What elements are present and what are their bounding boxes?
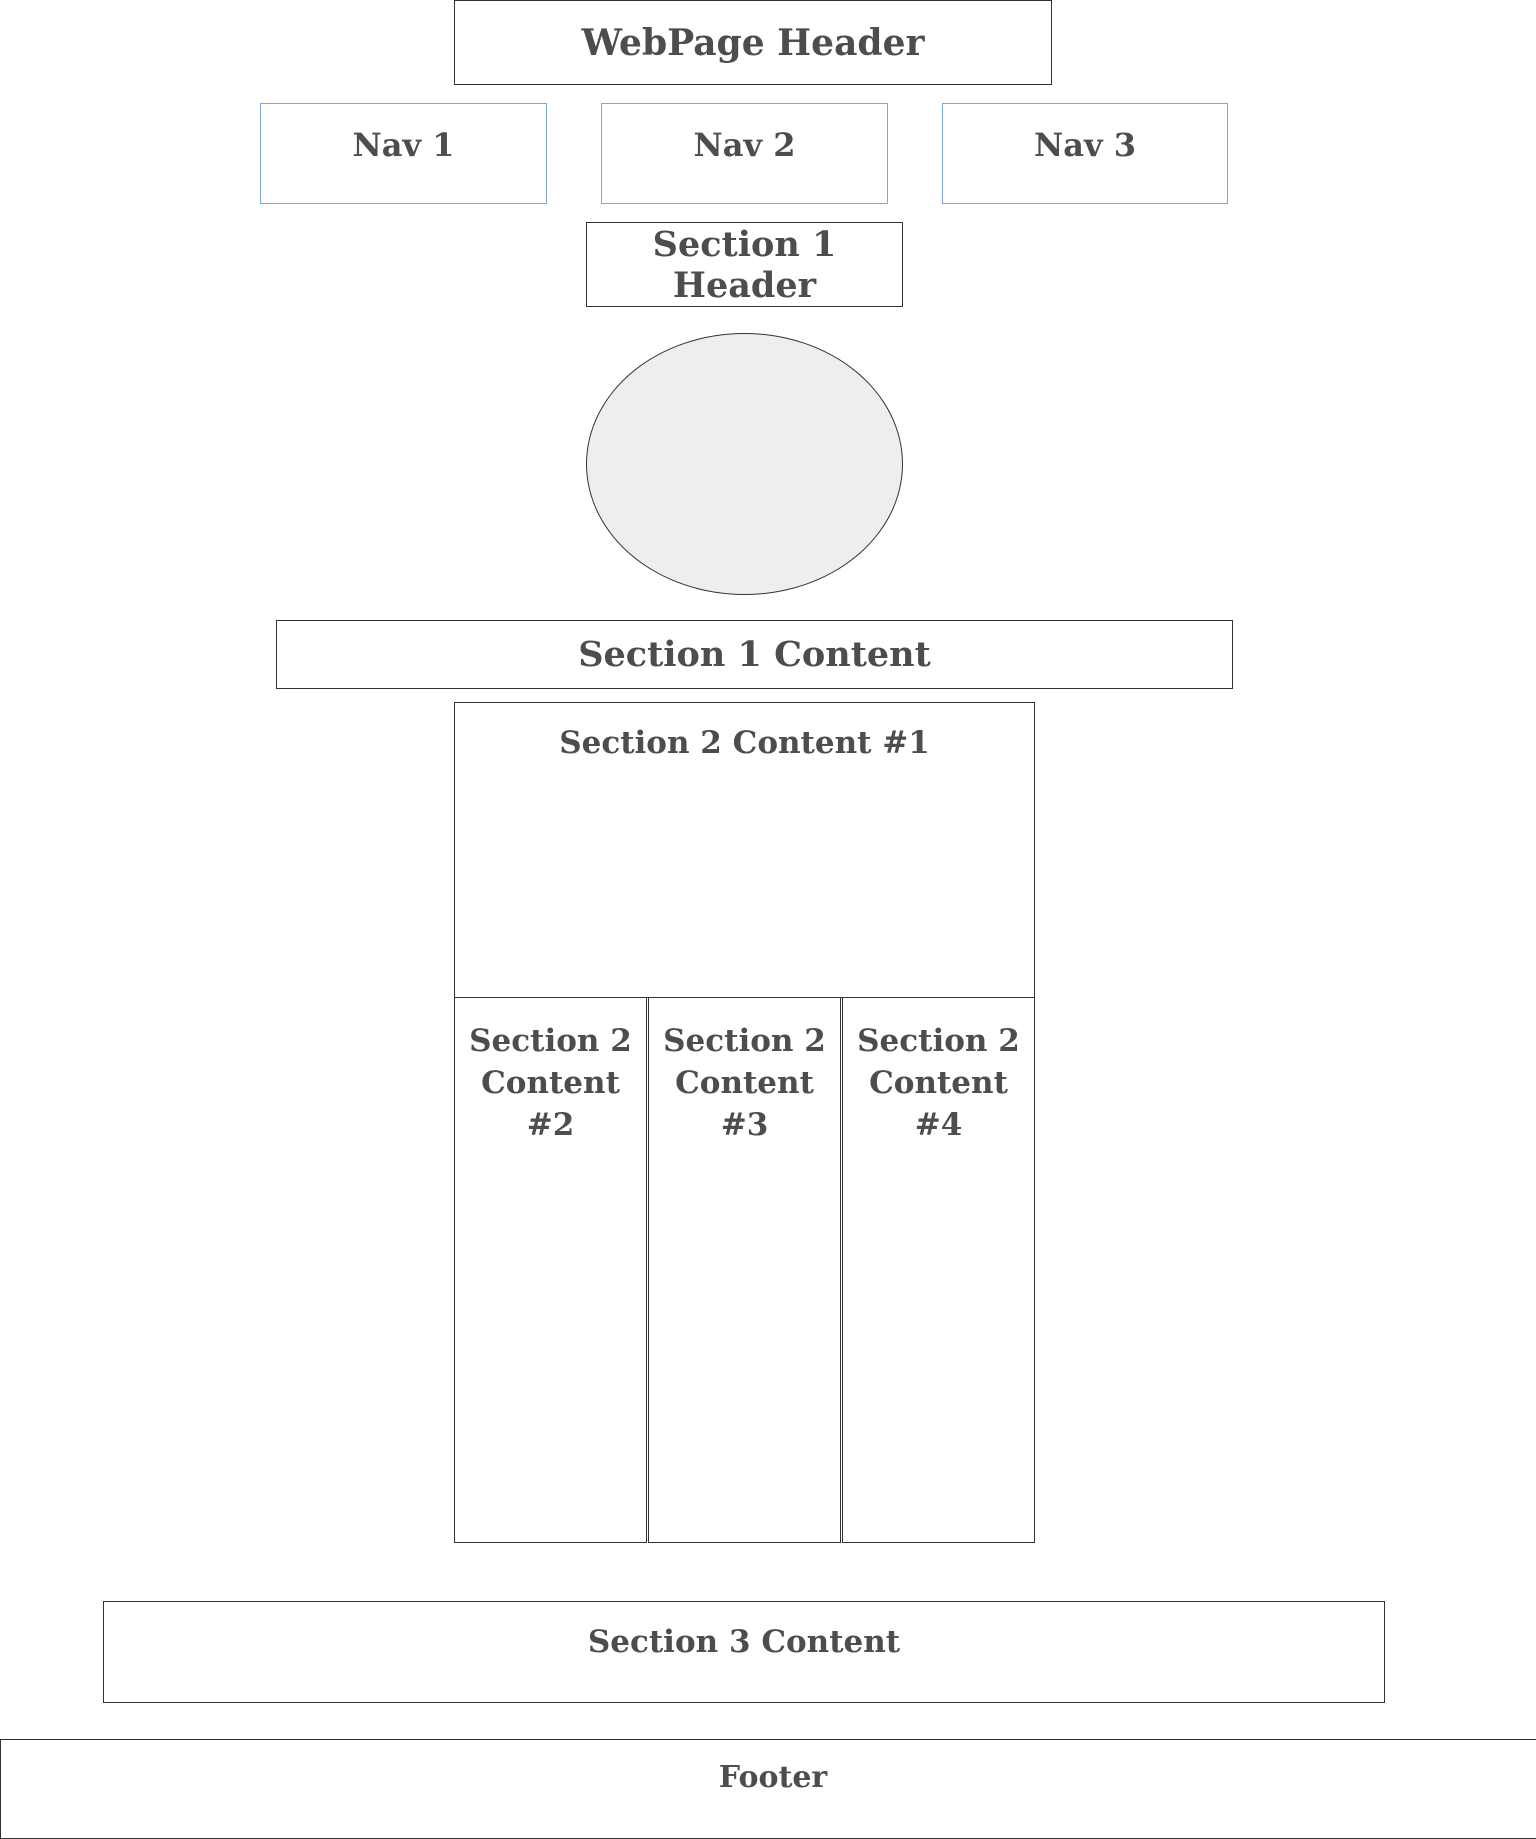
footer: Footer bbox=[0, 1739, 1536, 1839]
webpage-header-label: WebPage Header bbox=[581, 21, 925, 64]
nav-3-button[interactable]: Nav 3 bbox=[942, 103, 1228, 204]
section-2-content-4-label: Section 2 Content #4 bbox=[857, 1020, 1020, 1146]
section-2-content-4-line2: Content bbox=[869, 1065, 1008, 1101]
nav-2-label: Nav 2 bbox=[693, 126, 796, 164]
nav-2-button[interactable]: Nav 2 bbox=[601, 103, 888, 204]
section-2-content-4-line1: Section 2 bbox=[857, 1023, 1020, 1059]
section-2-content-2-label: Section 2 Content #2 bbox=[469, 1020, 632, 1146]
section-3-content: Section 3 Content bbox=[103, 1601, 1385, 1703]
section-2-content-3-line2: Content bbox=[675, 1065, 814, 1101]
section-2-content-1-label: Section 2 Content #1 bbox=[559, 725, 930, 761]
section-2-content-2-line1: Section 2 bbox=[469, 1023, 632, 1059]
image-placeholder-ellipse bbox=[586, 333, 903, 595]
section-2-content-2-line2: Content bbox=[481, 1065, 620, 1101]
section-1-content: Section 1 Content bbox=[276, 620, 1233, 689]
section-2-content-1: Section 2 Content #1 bbox=[454, 702, 1035, 998]
section-3-content-label: Section 3 Content bbox=[587, 1624, 901, 1660]
section-2-content-4-line3: #4 bbox=[914, 1107, 963, 1143]
section-2-content-2: Section 2 Content #2 bbox=[454, 997, 647, 1543]
section-1-content-label: Section 1 Content bbox=[578, 634, 931, 675]
section-2-content-4: Section 2 Content #4 bbox=[842, 997, 1035, 1543]
section-2-content-3: Section 2 Content #3 bbox=[648, 997, 841, 1543]
nav-1-button[interactable]: Nav 1 bbox=[260, 103, 547, 204]
section-2-content-3-label: Section 2 Content #3 bbox=[663, 1020, 826, 1146]
section-2-content-3-line1: Section 2 bbox=[663, 1023, 826, 1059]
section-1-header-label: Section 1 Header bbox=[652, 223, 837, 306]
webpage-header: WebPage Header bbox=[454, 0, 1052, 85]
section-2-content-2-line3: #2 bbox=[526, 1107, 575, 1143]
nav-3-label: Nav 3 bbox=[1034, 126, 1136, 164]
footer-label: Footer bbox=[718, 1760, 828, 1795]
section-1-header: Section 1 Header bbox=[586, 222, 903, 307]
section-2-content-3-line3: #3 bbox=[720, 1107, 769, 1143]
nav-1-label: Nav 1 bbox=[352, 126, 455, 164]
